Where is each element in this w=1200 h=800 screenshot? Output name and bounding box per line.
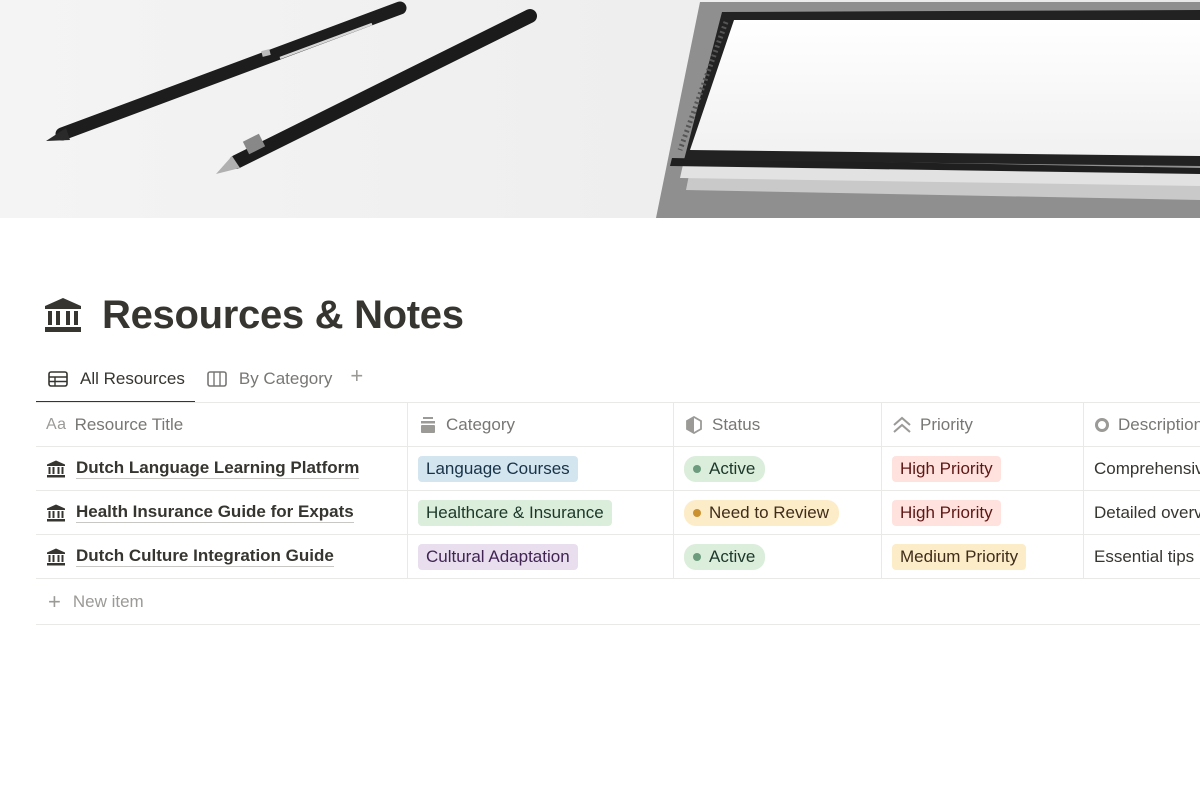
bank-icon xyxy=(46,459,68,479)
tab-label: By Category xyxy=(238,369,333,388)
status-dot-icon xyxy=(693,464,701,473)
table-icon xyxy=(48,370,70,388)
add-view-button[interactable]: + xyxy=(342,350,371,402)
description-cell[interactable]: Detailed overview xyxy=(1084,491,1200,534)
resource-title-cell[interactable]: Dutch Language Learning Platform xyxy=(36,447,408,490)
priority-cell[interactable]: High Priority xyxy=(882,491,1084,534)
board-icon xyxy=(207,370,229,388)
priority-tag: High Priority xyxy=(892,455,1001,482)
column-header-priority[interactable]: Priority xyxy=(882,403,1084,446)
table-row[interactable]: Health Insurance Guide for Expats Health… xyxy=(36,491,1200,535)
column-header-category[interactable]: Category xyxy=(408,403,674,446)
status-cell[interactable]: Active xyxy=(674,447,882,490)
status-label: Active xyxy=(709,458,756,478)
description-text: Detailed overview xyxy=(1094,502,1200,522)
status-cell[interactable]: Active xyxy=(674,535,882,578)
column-header-description[interactable]: Description xyxy=(1084,403,1200,446)
status-cell[interactable]: Need to Review xyxy=(674,491,882,534)
pen-right xyxy=(216,9,537,174)
tab-by-category[interactable]: By Category xyxy=(195,356,343,402)
category-cell[interactable]: Language Courses xyxy=(408,447,674,490)
priority-tag: High Priority xyxy=(892,499,1001,526)
description-text: Essential tips xyxy=(1094,546,1195,566)
status-badge: Active xyxy=(684,455,766,482)
table-row[interactable]: Dutch Language Learning Platform Languag… xyxy=(36,447,1200,491)
priority-cell[interactable]: Medium Priority xyxy=(882,535,1084,578)
category-tag: Healthcare & Insurance xyxy=(418,499,612,526)
priority-cell[interactable]: High Priority xyxy=(882,447,1084,490)
status-property-icon xyxy=(684,415,704,434)
column-label: Category xyxy=(446,414,515,434)
plus-icon: + xyxy=(48,588,61,614)
notebook-stack xyxy=(656,2,1200,218)
cover-image xyxy=(0,0,1200,218)
resource-title-cell[interactable]: Health Insurance Guide for Expats xyxy=(36,491,408,534)
column-header-resource-title[interactable]: Aa Resource Title xyxy=(36,403,408,446)
resource-title-cell[interactable]: Dutch Culture Integration Guide xyxy=(36,535,408,578)
category-tag: Cultural Adaptation xyxy=(418,543,578,570)
tab-label: All Resources xyxy=(80,369,185,388)
text-property-icon: Aa xyxy=(46,415,67,433)
resources-table: Aa Resource Title Category Status Priori… xyxy=(36,402,1200,625)
column-label: Priority xyxy=(920,414,973,434)
page-title[interactable]: Resources & Notes xyxy=(102,293,464,338)
column-label: Description xyxy=(1118,414,1200,434)
new-item-label: New item xyxy=(72,591,144,611)
status-dot-icon xyxy=(693,552,701,561)
status-dot-icon xyxy=(693,508,701,517)
priority-tag: Medium Priority xyxy=(892,543,1027,570)
description-cell[interactable]: Essential tips xyxy=(1084,535,1200,578)
status-badge: Need to Review xyxy=(684,499,840,526)
resource-title-link[interactable]: Dutch Culture Integration Guide xyxy=(76,546,334,567)
table-header-row: Aa Resource Title Category Status Priori… xyxy=(36,403,1200,447)
text-circle-icon xyxy=(1094,416,1110,434)
column-label: Status xyxy=(712,414,761,434)
column-label: Resource Title xyxy=(74,414,184,434)
status-label: Active xyxy=(709,546,756,566)
resource-title-link[interactable]: Dutch Language Learning Platform xyxy=(76,458,360,479)
bank-icon xyxy=(46,503,68,523)
table-row[interactable]: Dutch Culture Integration Guide Cultural… xyxy=(36,535,1200,579)
category-cell[interactable]: Cultural Adaptation xyxy=(408,535,674,578)
status-badge: Active xyxy=(684,543,766,570)
new-item-button[interactable]: + New item xyxy=(36,579,1200,625)
priority-chevrons-icon xyxy=(892,416,912,434)
tab-all-resources[interactable]: All Resources xyxy=(36,356,195,403)
plus-icon: + xyxy=(350,363,364,388)
pen-left xyxy=(46,1,407,141)
bank-icon[interactable] xyxy=(44,295,84,335)
status-label: Need to Review xyxy=(709,502,830,522)
column-header-status[interactable]: Status xyxy=(674,403,882,446)
cover-illustration xyxy=(46,1,1200,218)
page-header: Resources & Notes xyxy=(44,288,464,342)
view-tabs: All Resources By Category + xyxy=(36,356,371,403)
category-tag: Language Courses xyxy=(418,455,578,482)
select-property-icon xyxy=(418,416,438,434)
bank-icon xyxy=(46,547,68,567)
category-cell[interactable]: Healthcare & Insurance xyxy=(408,491,674,534)
resource-title-link[interactable]: Health Insurance Guide for Expats xyxy=(76,502,354,523)
description-cell[interactable]: Comprehensive xyxy=(1084,447,1200,490)
description-text: Comprehensive xyxy=(1094,458,1200,478)
